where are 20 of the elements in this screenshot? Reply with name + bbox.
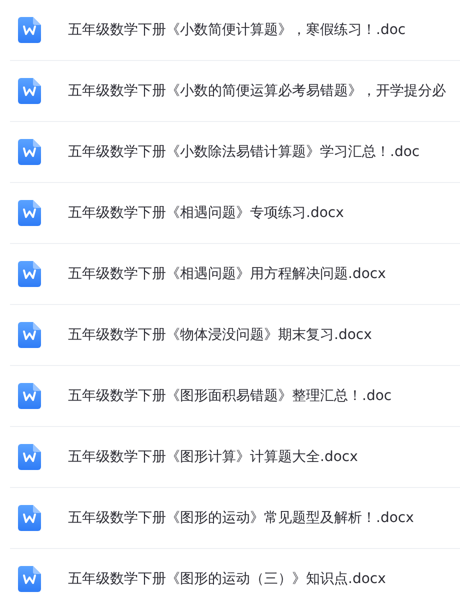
word-document-icon [18,505,41,531]
word-document-icon [18,444,41,470]
word-document-icon [18,261,41,287]
word-document-icon [18,78,41,104]
file-name[interactable]: 五年级数学下册《图形计算》计算题大全.docx [68,446,358,468]
word-document-icon [18,17,41,43]
file-name[interactable]: 五年级数学下册《图形的运动》常见题型及解析！.docx [68,508,414,528]
file-name[interactable]: 五年级数学下册《物体浸没问题》期末复习.docx [68,324,372,346]
word-document-icon [18,383,41,409]
word-document-icon [18,566,41,592]
word-document-icon [18,200,41,226]
file-name[interactable]: 五年级数学下册《小数简便计算题》，寒假练习！.doc [68,20,406,40]
file-name[interactable]: 五年级数学下册《相遇问题》专项练习.docx [68,202,344,224]
file-name[interactable]: 五年级数学下册《相遇问题》用方程解决问题.docx [68,264,386,284]
file-name[interactable]: 五年级数学下册《图形面积易错题》整理汇总！.doc [68,386,392,406]
file-name[interactable]: 五年级数学下册《小数除法易错计算题》学习汇总！.doc [68,142,420,162]
word-document-icon [18,139,41,165]
file-name[interactable]: 五年级数学下册《小数的简便运算必考易错题》，开学提分必 [68,80,446,102]
word-document-icon [18,322,41,348]
file-name[interactable]: 五年级数学下册《图形的运动（三）》知识点.docx [68,568,386,590]
